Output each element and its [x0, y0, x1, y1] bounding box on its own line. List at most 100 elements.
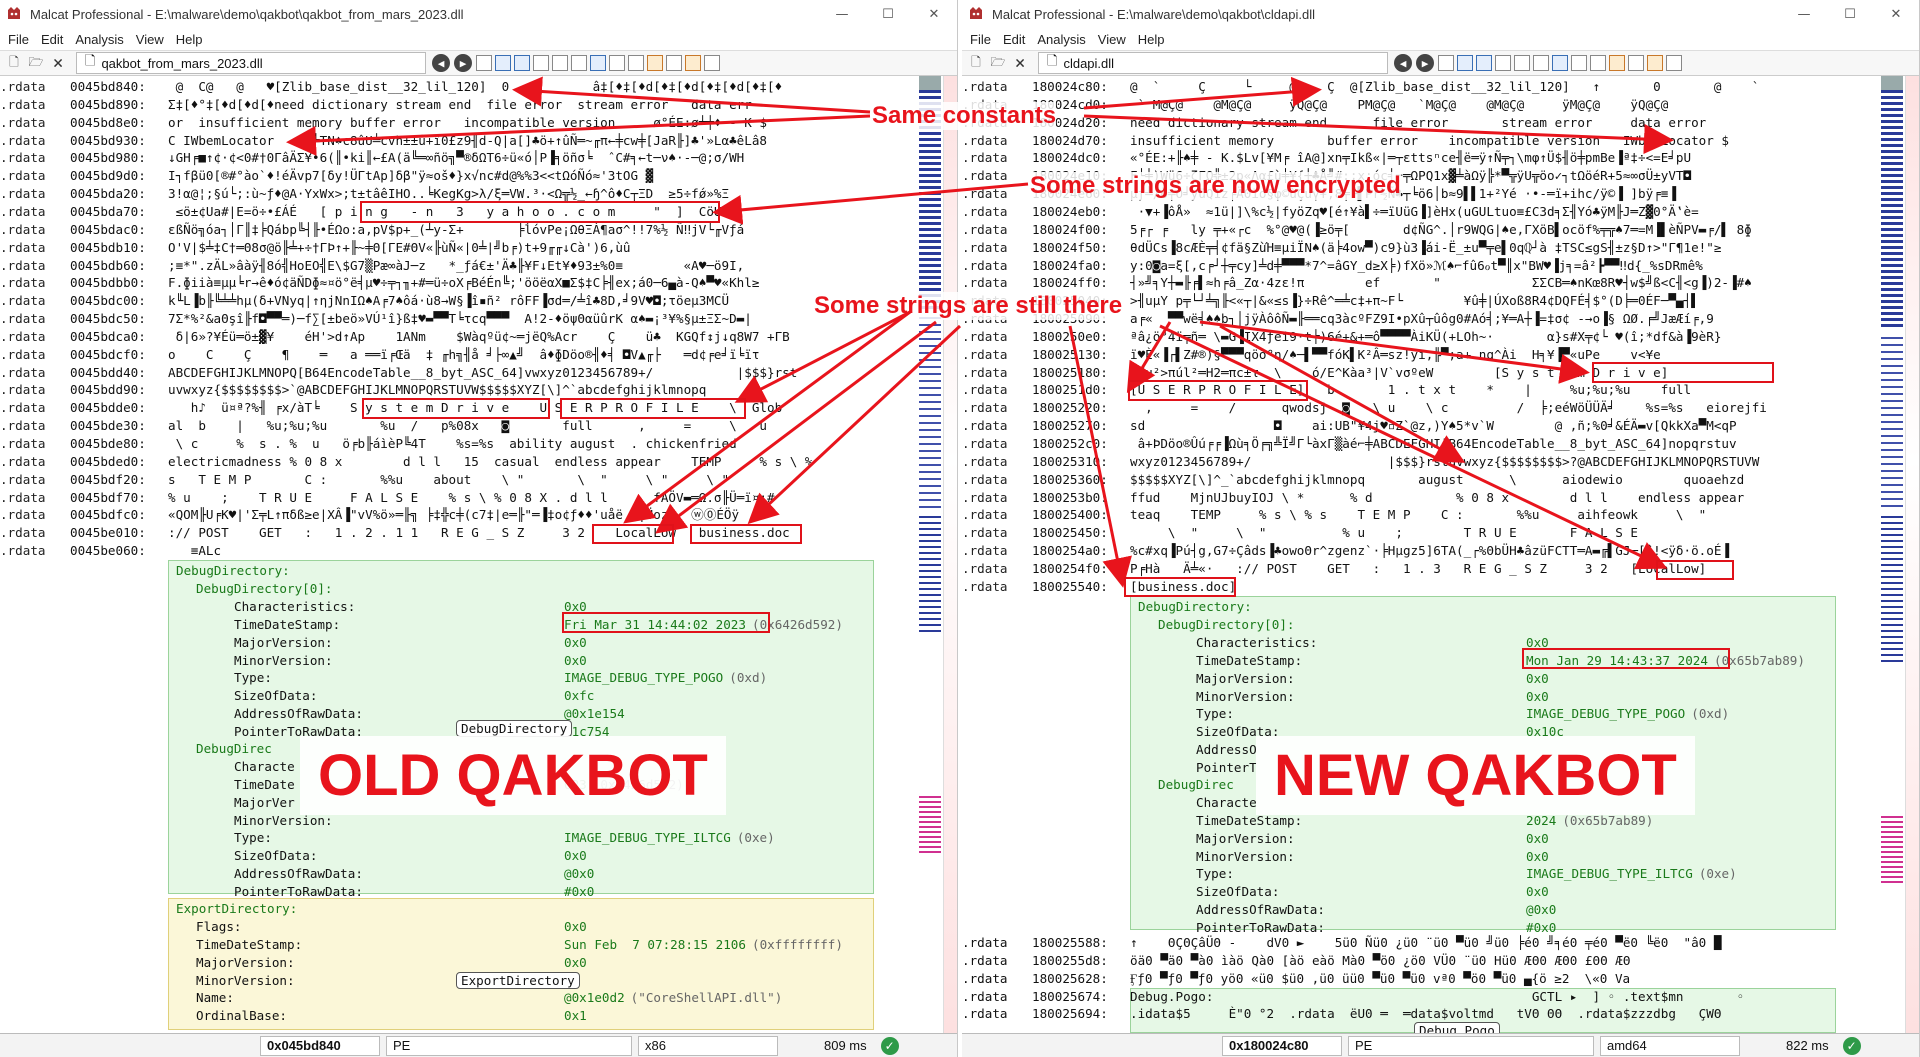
- row-text[interactable]: ↓GH╒■↑¢·¢<0#†0ΓâÄΣ¥•6(║•ki║←£A(ä╚═∞ñö╗▀®…: [168, 149, 744, 167]
- hex-row[interactable]: .rdata 0045bded0: electricmadness % 0 8 x …: [0, 453, 812, 471]
- row-text[interactable]: @ ` Ç └ @ Ç @[Zlib_base_dist__32_lil_120…: [1130, 78, 1767, 96]
- row-text[interactable]: ` M@Ç@ @M@Ç@ ÿQ@Ç@ PM@Ç@ `M@Ç@ @M@Ç@ ÿM@…: [1130, 96, 1669, 114]
- view-script-icon[interactable]: [1666, 55, 1682, 71]
- debug-entry2-header[interactable]: DebugDirec: [196, 740, 272, 758]
- row-text[interactable]: 7Σ*%²&aΘşî╟f◘▀▀═)─f∑[±beö»VÚ¹î}ß‡♥▬▀▀T╘τ…: [168, 310, 752, 328]
- struct-field[interactable]: Flags: 0x0: [196, 918, 587, 936]
- view-kesakode-icon[interactable]: [1647, 55, 1663, 71]
- row-text[interactable]: a╒« ▀▀wë╡♠♠b┐│jÿÀôôÑ▬╟══cq3àcºFZ9I•pXû┬û…: [1130, 310, 1714, 328]
- hex-row[interactable]: .rdata 180024dc0: «°ÉE:+╟♠╪ - K.$Lv[¥M╒ îA…: [962, 149, 1691, 167]
- row-text[interactable]: al b | %u;%u;%u %u / p%08x ◙ full , = \ …: [168, 417, 767, 435]
- row-text[interactable]: insufficient memory buffer error incompa…: [1130, 132, 1729, 150]
- hex-row[interactable]: .rdata 0045bde80: \ c % s . % u ö╒b╟áìèP╚…: [0, 435, 737, 453]
- row-text[interactable]: \ c % s . % u ö╒b╟áìèP╚4T %s=%s ability …: [168, 435, 737, 453]
- hex-row[interactable]: .rdata 1800254f0: P╒Hà Ä╧«· :// POST GET :…: [962, 560, 1706, 578]
- view-script-icon[interactable]: [704, 55, 720, 71]
- hex-row[interactable]: .rdata 0045bdc50: 7Σ*%²&aΘşî╟f◘▀▀═)─f∑[±be…: [0, 310, 752, 328]
- right-minimap[interactable]: [1881, 76, 1903, 1033]
- struct-field[interactable]: SizeOfData: 0x0: [1196, 883, 1549, 901]
- debug-entry-header[interactable]: DebugDirectory[0]:: [196, 580, 332, 598]
- hex-row[interactable]: .rdata 0045bdcf0: o C Ç ¶ ═ a ══ï╒Œä ‡ ╓h╗…: [0, 346, 759, 364]
- row-text[interactable]: ≡ALc: [168, 542, 221, 560]
- row-text[interactable]: Debug.Pogo: GCTL ▸ ] ◦ .text$mn ◦: [1130, 988, 1744, 1006]
- hex-row[interactable]: .rdata 1800255d8: öä0 ▀ä0 ▀à0 ìàö Qà0 [àö …: [962, 952, 1630, 970]
- row-text[interactable]: ┤»╝╕Y┼▬╟╒▌≈h╒â_Zα·4zε!π ef " ΣΣCB═♠nKœ8R…: [1130, 274, 1752, 292]
- struct-field[interactable]: Characteristics: 0x0: [1196, 634, 1549, 652]
- export-directory-tag[interactable]: ExportDirectory: [456, 972, 580, 989]
- row-text[interactable]: Ӻƒ0 ▀ƒ0 ▀ƒ0 yö0 «ü0 $ü0 ,ü0 üü0 ▀ü0 ▀ü0 …: [1130, 970, 1630, 988]
- row-text[interactable]: θdÜCs▐8cÆÈ╤╡¢fä§ZùΉ≡µiÏN♠(ä╞4ow▀)c9}ù3▐á…: [1130, 239, 1721, 257]
- row-text[interactable]: ↑ ΘÇΘÇâÜΘ - dV0 ► 5ü0 Ñü0 ¿ü0 ¨ü0 ▀ü0 ╝ü…: [1130, 934, 1721, 952]
- debug-directory-header[interactable]: DebugDirectory:: [176, 562, 290, 580]
- struct-field[interactable]: MajorVersion: 0x0: [1196, 670, 1549, 688]
- row-text[interactable]: o C Ç ¶ ═ a ══ï╒Œä ‡ ╓h╗╢å ╛├∞▲╝ â♦ɸDöo®…: [168, 346, 759, 364]
- row-text[interactable]: teaq TEMP % s \ % s T E M P C : %%u aihf…: [1130, 506, 1706, 524]
- row-text[interactable]: ffud MjnUJbuyIOJ \ * % d % 0 8 x d l l e…: [1130, 489, 1744, 507]
- view-kesakode-icon[interactable]: [685, 55, 701, 71]
- hex-row[interactable]: .rdata 0045bdbb0: F.ɸiià≡μμ╘r→ê♦ó¢äÑDɸ≈¤ö°…: [0, 274, 759, 292]
- menu-edit[interactable]: Edit: [35, 32, 69, 47]
- view-source-icon[interactable]: [533, 55, 549, 71]
- struct-field[interactable]: Type: IMAGE_DEBUG_TYPE_POGO (0xd): [1196, 705, 1729, 723]
- hex-row[interactable]: .rdata 1800252c0: â+ÞDöo®Ûú╒╒▐Ωù╕Ö╒╗╩Ï╝Γ└…: [962, 435, 1737, 453]
- debug-directory-header[interactable]: DebugDirectory:: [1138, 598, 1252, 616]
- hex-row[interactable]: .rdata 0045bdb10: O'V|$╧‡C†═Θ8σ@ö╟╧+÷†ΓÞ↑+…: [0, 239, 631, 257]
- hex-row[interactable]: .rdata 180024ff0: ┤»╝╕Y┼▬╟╒▌≈h╒â_Zα·4zε!π …: [962, 274, 1752, 292]
- hex-row[interactable]: .rdata 0045be060: ≡ALc: [0, 542, 221, 560]
- row-text[interactable]: O'V|$╧‡C†═Θ8σ@ö╟╧+÷†ΓÞ↑+╟~╪Θ[ΓE#ΘV«╟ùÑ«|…: [168, 239, 631, 257]
- hex-row[interactable]: .rdata 180025360: $$$$$XYZ[\]^_`abcdefghij…: [962, 471, 1744, 489]
- hex-row[interactable]: .rdata 180025588: ↑ ΘÇΘÇâÜΘ - dV0 ► 5ü0 Ñü…: [962, 934, 1721, 952]
- menu-file[interactable]: File: [964, 32, 997, 47]
- struct-field[interactable]: MinorVersion: 0x0: [1196, 848, 1549, 866]
- left-arch-field[interactable]: x86: [638, 1035, 778, 1056]
- hex-row[interactable]: .rdata 0045bde30: al b | %u;%u;%u %u / p%0…: [0, 417, 767, 435]
- hex-row[interactable]: .rdata 180025270: sd ◘ ai:UB"¥4j♥▫Z`@z,)Y♠…: [962, 417, 1737, 435]
- row-text[interactable]: y:0◙a=ξ[,c╒┘┼╤cy]╧d╪▀▀▀*7^=âGY_d≥X╞)fXö»…: [1130, 257, 1703, 275]
- struct-field[interactable]: SizeOfData: 0x0: [234, 847, 587, 865]
- right-file-tab[interactable]: 🗋 cldapi.dll: [1038, 52, 1388, 74]
- menu-edit[interactable]: Edit: [997, 32, 1031, 47]
- menu-analysis[interactable]: Analysis: [69, 32, 129, 47]
- left-file-tab[interactable]: 🗋 qakbot_from_mars_2023.dll: [76, 52, 426, 74]
- right-hex-view[interactable]: .rdata 180024c80: @ ` Ç └ @ Ç @[Zlib_base_…: [962, 76, 1919, 1039]
- row-text[interactable]: uvwxyz{$$$$$$$$>`@ABCDEFGHIJKLMNOPQRSTUV…: [168, 381, 706, 399]
- new-file-icon[interactable]: 🗋: [966, 53, 986, 73]
- struct-field[interactable]: Type: IMAGE_DEBUG_TYPE_ILTCG (0xe): [234, 829, 775, 847]
- view-disasm-icon[interactable]: [1476, 55, 1492, 71]
- close-icon[interactable]: ✕: [1873, 0, 1919, 28]
- view-summary-icon[interactable]: [609, 55, 625, 71]
- row-text[interactable]: «QOM╟U╒K♥|'Σ╤L↑πδß≥e|XÂ▐"vV%ö»═╟╗ ╞‡╬c╪(…: [168, 506, 739, 524]
- minimize-icon[interactable]: —: [819, 0, 865, 28]
- row-text[interactable]: k╙L▐b╟╚╧╧hμ(δ+VNyq|↑ηjNnIΩ♠A╒7♠ôá·ù8→W§▐…: [168, 292, 729, 310]
- hex-row[interactable]: .rdata 180024f50: θdÜCs▐8cÆÈ╤╡¢fä§ZùΉ≡µiÏN…: [962, 239, 1721, 257]
- menu-help[interactable]: Help: [1132, 32, 1171, 47]
- view-strings-icon[interactable]: [552, 55, 568, 71]
- menu-file[interactable]: File: [2, 32, 35, 47]
- struct-field[interactable]: Type: IMAGE_DEBUG_TYPE_ILTCG (0xe): [1196, 865, 1737, 883]
- hex-row[interactable]: .rdata 180025628: Ӻƒ0 ▀ƒ0 ▀ƒ0 yö0 «ü0 $ü0 …: [962, 970, 1630, 988]
- row-text[interactable]: s T E M P C : %%u about \ " \ " \ " \ ": [168, 471, 729, 489]
- view-yara-icon[interactable]: [666, 55, 682, 71]
- hex-row[interactable]: .rdata 180024eb0: ·▼+▐ôÅ» ≈1ü|]\%c½|fyöZq…: [962, 203, 1699, 221]
- row-text[interactable]: $$$$$XYZ[\]^_`abcdefghijklmnopq august \…: [1130, 471, 1744, 489]
- view-structure-icon[interactable]: [495, 55, 511, 71]
- view-entropy-icon[interactable]: [1590, 55, 1606, 71]
- hex-row[interactable]: .rdata 180024fa0: y:0◙a=ξ[,c╒┘┼╤cy]╧d╪▀▀▀*…: [962, 257, 1703, 275]
- struct-field[interactable]: MinorVersion: 0x0: [1196, 688, 1549, 706]
- hex-row[interactable]: .rdata 180025450: \ " \ " % u ; T R U E F…: [962, 524, 1638, 542]
- hex-row[interactable]: .rdata 180025180: ╞fu²>πúl²═H2═πc±τ \ ó/E^…: [962, 364, 1668, 382]
- hex-row[interactable]: .rdata 180025674: Debug.Pogo: GCTL ▸ ] ◦ .…: [962, 988, 1744, 1006]
- hex-row[interactable]: .rdata 180025220: , = / qwodsj ◙ \ u \ c …: [962, 399, 1767, 417]
- row-text[interactable]: sd ◘ ai:UB"¥4j♥▫Z`@z,)Y♠5*v`W @ ,ñ;%0╛&É…: [1130, 417, 1737, 435]
- hex-row[interactable]: .rdata 0045bdc00: k╙L▐b╟╚╧╧hμ(δ+VNyq|↑ηjNn…: [0, 292, 729, 310]
- hex-row[interactable]: .rdata 0045bd980: ↓GH╒■↑¢·¢<0#†0ΓâÄΣ¥•6(║•…: [0, 149, 744, 167]
- row-text[interactable]: ABCDEFGHIJKLMNOPQ[B64EncodeTable__8_byt_…: [168, 364, 797, 382]
- hex-row[interactable]: .rdata 0045bdfc0: «QOM╟U╒K♥|'Σ╤L↑πδß≥e|XÂ▐…: [0, 506, 739, 524]
- close-file-icon[interactable]: 🗙: [1010, 53, 1030, 73]
- row-text[interactable]: wxyz0123456789+/ |$$$}rstuvwxyz{$$$$$$$$…: [1130, 453, 1759, 471]
- view-hex-icon[interactable]: [1438, 55, 1454, 71]
- view-graph-icon[interactable]: [571, 55, 587, 71]
- view-strings-icon[interactable]: [1514, 55, 1530, 71]
- right-scrollbar[interactable]: [1905, 76, 1919, 1033]
- row-text[interactable]: >╢uμY p╤└┘╧╗╟<«┬|&«≤s▐}÷Rê^═╧c‡+π~F└ ¥û╪…: [1130, 292, 1699, 310]
